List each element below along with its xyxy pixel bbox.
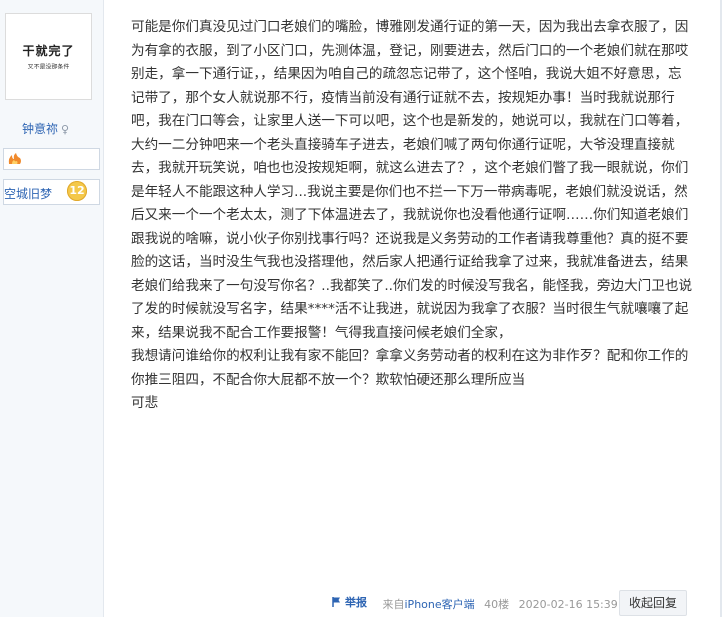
avatar-title: 干就完了: [22, 43, 75, 58]
client-info: 来自iPhone客户端: [383, 598, 475, 611]
fire-badge-icon[interactable]: [7, 152, 23, 165]
post-paragraph: 我想请问谁给你的权利让我有家不能回？拿拿义务劳动者的权利在这为非作歹？配和你工作…: [131, 348, 689, 388]
level-badge: 12: [67, 181, 87, 201]
avatar-subtitle: 又不是没那条件: [27, 63, 70, 70]
avatar[interactable]: 干就完了 又不是没那条件: [5, 13, 92, 100]
report-button[interactable]: 举报: [331, 594, 373, 610]
level-name: 空城旧梦: [4, 187, 53, 201]
floor-number: 40楼: [484, 598, 510, 611]
author-panel: 干就完了 又不是没那条件 钟意祢 ♀ 空城旧梦 12: [0, 0, 104, 617]
post-paragraph: 可能是你们真没见过门口老娘们的嘴脸，博雅刚发通行证的第一天，因为我出去拿衣服了，…: [131, 19, 693, 341]
client-link[interactable]: iPhone客户端: [405, 598, 475, 611]
badge-row: [3, 148, 100, 170]
client-prefix: 来自: [382, 598, 405, 611]
report-icon: [332, 597, 340, 607]
collapse-reply-button[interactable]: 收起回复: [619, 590, 687, 616]
post-footer: 举报 来自iPhone客户端 40楼 2020-02-16 15:39: [331, 594, 624, 614]
report-label: 举报: [345, 596, 367, 609]
username-link[interactable]: 钟意祢 ♀: [22, 120, 69, 137]
username[interactable]: 钟意祢: [22, 122, 58, 136]
member-level[interactable]: 空城旧梦 12: [3, 179, 100, 205]
post-timestamp: 2020-02-16 15:39: [518, 598, 618, 611]
post-content: 可能是你们真没见过门口老娘们的嘴脸，博雅刚发通行证的第一天，因为我出去拿衣服了，…: [131, 16, 695, 416]
gender-icon: ♀: [61, 123, 70, 136]
post-paragraph: 可悲: [131, 395, 159, 411]
